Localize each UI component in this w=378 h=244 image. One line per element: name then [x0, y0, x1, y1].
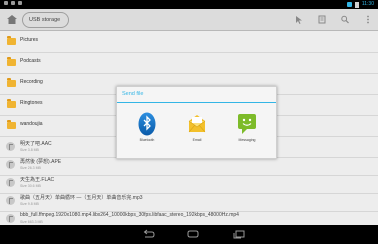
list-item[interactable]: Pictures [0, 31, 378, 53]
dialog-title: Send file [122, 91, 144, 97]
navigation-bar [0, 225, 378, 244]
battery-icon [354, 1, 359, 8]
file-meta: Size 9.8 MB [20, 202, 39, 206]
sort-icon[interactable] [318, 15, 326, 24]
messaging-icon [238, 114, 256, 134]
select-icon[interactable] [295, 15, 303, 24]
home-icon[interactable] [7, 15, 17, 24]
dialog-divider [117, 102, 276, 103]
search-icon[interactable] [341, 15, 349, 24]
email-icon [188, 115, 206, 133]
folder-icon [7, 36, 16, 45]
share-option-label: Messaging [238, 138, 256, 142]
bluetooth-icon [138, 112, 156, 136]
overflow-menu-icon[interactable] [364, 15, 372, 24]
breadcrumb[interactable]: USB storage [22, 12, 70, 28]
folder-icon [7, 78, 16, 87]
folder-icon [7, 120, 16, 129]
file-meta: Size 30.6 MB [20, 184, 41, 188]
status-time: 11:30 [361, 1, 374, 7]
file-name: 再然後 (夢想).APE [20, 159, 62, 165]
file-meta: Size 3.8 MB [20, 148, 39, 152]
back-icon[interactable] [141, 229, 155, 239]
notification-icon [18, 1, 22, 5]
wifi-icon [346, 2, 352, 7]
home-icon[interactable] [186, 229, 200, 239]
file-name: bbb_full.ffmpeg.1920x1080.mp4.libx264_10… [20, 212, 239, 218]
audio-file-icon [6, 142, 15, 151]
send-file-dialog: Send file Bluetooth Email Messaging [116, 86, 277, 159]
audio-file-icon [6, 178, 15, 187]
list-item[interactable]: Podcasts [0, 52, 378, 74]
folder-icon [7, 57, 16, 66]
notification-icons [4, 1, 22, 5]
notification-icon [11, 1, 15, 5]
audio-file-icon [6, 160, 15, 169]
share-option-messaging[interactable]: Messaging [229, 108, 265, 148]
system-indicators: 11:30 [346, 0, 374, 9]
action-bar-icons [295, 15, 372, 24]
file-name: 明天了吧.AAC [20, 141, 52, 147]
share-option-email[interactable]: Email [179, 108, 215, 148]
folder-name: Podcasts [20, 58, 41, 64]
file-name: 歌曲（五月天）单曲循环 —（五月天）单曲音乐完.mp3 [20, 195, 143, 201]
audio-file-icon [6, 196, 15, 205]
file-meta: Size 26.3 MB [20, 166, 41, 170]
folder-name: Ringtones [20, 100, 43, 106]
folder-name: wandoujia [20, 121, 43, 127]
video-file-icon [6, 214, 15, 223]
file-meta: Size 663.3 MB [20, 220, 43, 224]
share-option-bluetooth[interactable]: Bluetooth [129, 108, 165, 148]
share-option-label: Bluetooth [139, 138, 155, 142]
folder-name: Recording [20, 79, 43, 85]
recents-icon[interactable] [232, 229, 246, 239]
folder-icon [7, 99, 16, 108]
file-name: 天生為王.FLAC [20, 177, 55, 183]
status-bar: 11:30 [0, 0, 378, 9]
action-bar: USB storage [0, 9, 378, 31]
notification-icon [4, 1, 8, 5]
share-option-label: Email [192, 138, 202, 142]
folder-name: Pictures [20, 37, 39, 43]
